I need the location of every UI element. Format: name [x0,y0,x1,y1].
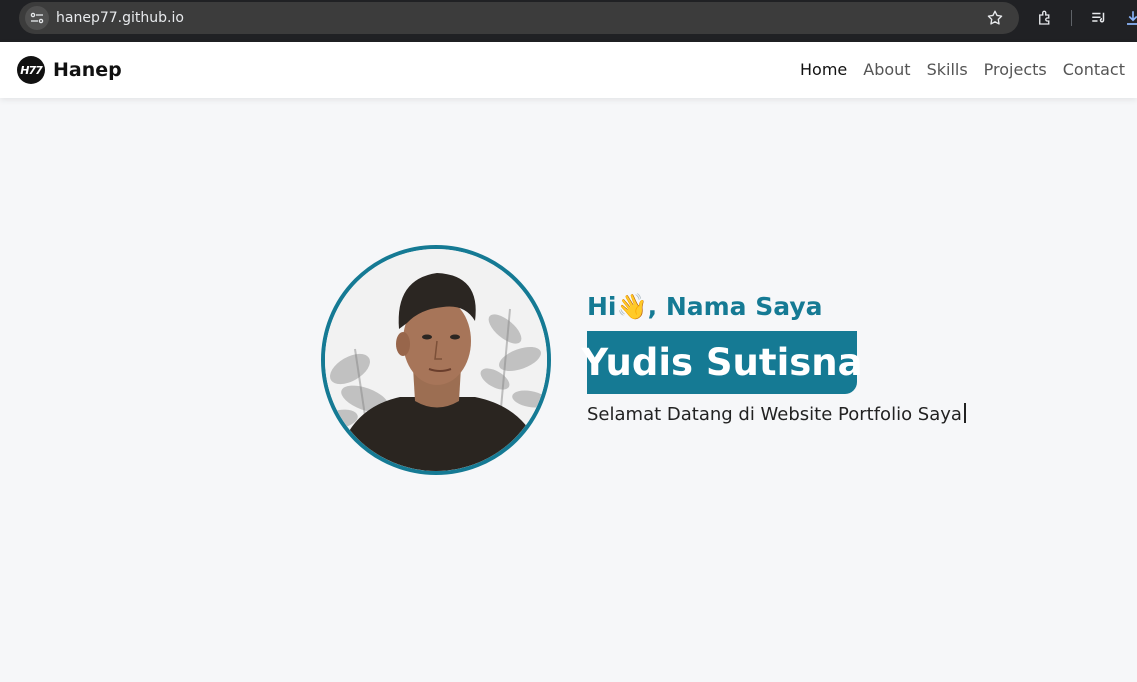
brand-link[interactable]: H77 Hanep [17,56,122,84]
nav-link-projects[interactable]: Projects [984,60,1047,80]
greeting-suffix: , Nama Saya [647,292,823,321]
brand-name: Hanep [53,59,122,81]
extensions-icon[interactable] [1034,7,1056,29]
hero-name-box: Yudis Sutisna [581,331,863,394]
download-icon[interactable] [1122,7,1137,29]
nav-link-about[interactable]: About [863,60,910,80]
hero-greeting: Hi👋, Nama Saya [587,291,823,323]
brand-logo: H77 [17,56,45,84]
url-text[interactable]: hanep77.github.io [56,10,184,26]
wave-emoji-icon: 👋 [616,292,648,321]
welcome-text: Selamat Datang di Website Portfolio Saya [587,404,962,425]
reading-list-icon[interactable] [1088,7,1110,29]
site-navbar: H77 Hanep Home About Skills Projects Con… [0,42,1137,98]
hero-welcome-text: Selamat Datang di Website Portfolio Saya [587,402,966,428]
nav-links: Home About Skills Projects Contact [784,60,1125,80]
nav-link-contact[interactable]: Contact [1063,60,1125,80]
bookmark-star-icon[interactable] [985,8,1005,28]
toolbar-separator [1071,10,1072,26]
address-bar[interactable]: hanep77.github.io [19,2,1019,34]
nav-link-skills[interactable]: Skills [927,60,968,80]
greeting-prefix: Hi [587,292,617,321]
profile-photo [321,245,551,475]
typing-cursor [963,403,966,423]
browser-toolbar: hanep77.github.io [0,0,1137,42]
hero-name: Yudis Sutisna [581,341,863,384]
site-info-icon[interactable] [25,6,49,30]
nav-link-home[interactable]: Home [800,60,847,80]
